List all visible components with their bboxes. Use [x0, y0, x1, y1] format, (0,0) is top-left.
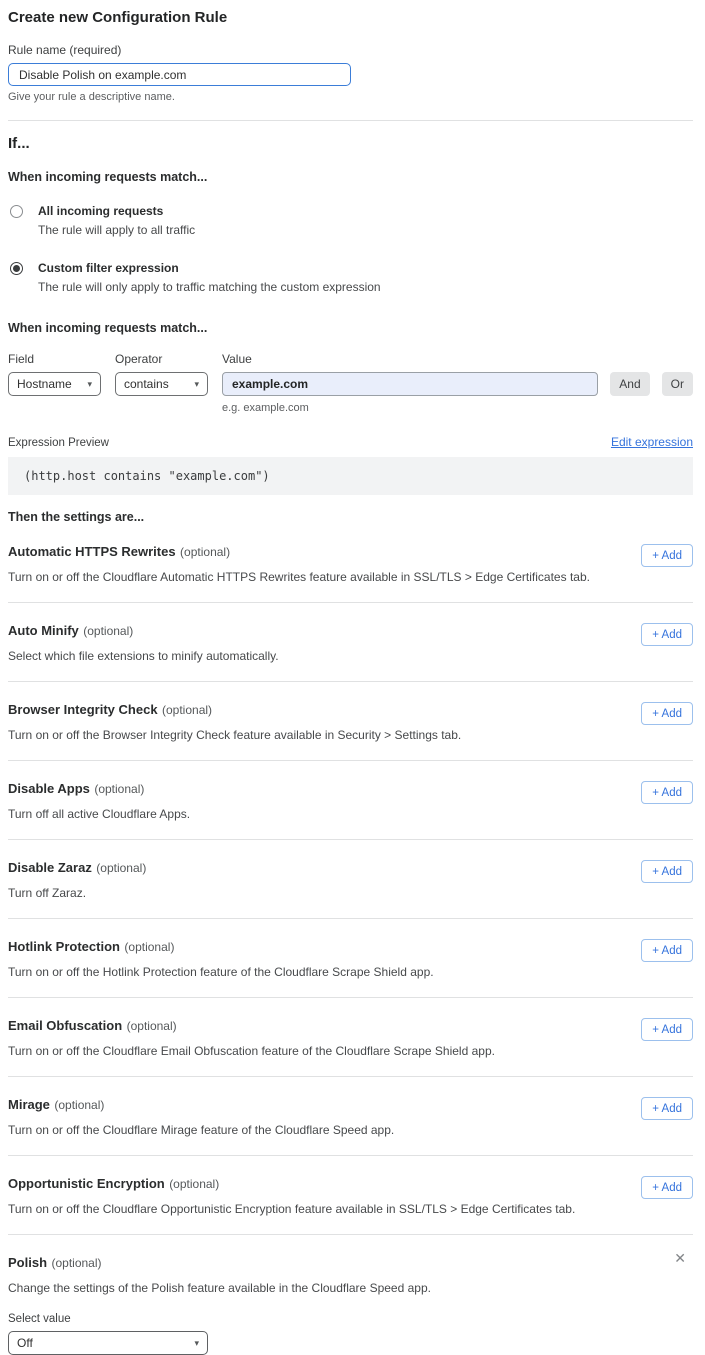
setting-description: Select which file extensions to minify a…	[8, 649, 693, 663]
setting-description: Turn off all active Cloudflare Apps.	[8, 807, 693, 821]
field-label: Field	[8, 352, 101, 366]
setting-row-mirage: Mirage (optional) Turn on or off the Clo…	[8, 1077, 693, 1156]
settings-heading: Then the settings are...	[8, 510, 693, 524]
chevron-down-icon: ▾	[194, 1338, 199, 1349]
setting-row-opportunistic-encryption: Opportunistic Encryption (optional) Turn…	[8, 1156, 693, 1235]
value-helper: e.g. example.com	[222, 402, 693, 414]
add-button[interactable]: + Add	[641, 544, 693, 567]
optional-tag: (optional)	[127, 1019, 177, 1033]
setting-description: Turn on or off the Cloudflare Automatic …	[8, 570, 693, 584]
optional-tag: (optional)	[51, 1256, 101, 1270]
setting-row-polish: Polish (optional) ✕ Change the settings …	[8, 1235, 693, 1355]
operator-select[interactable]: contains ▾	[115, 372, 208, 396]
add-button[interactable]: + Add	[641, 781, 693, 804]
rule-name-group: Rule name (required) Give your rule a de…	[8, 43, 693, 103]
optional-tag: (optional)	[83, 624, 133, 638]
optional-tag: (optional)	[54, 1098, 104, 1112]
page-title: Create new Configuration Rule	[8, 9, 693, 26]
create-configuration-rule-page: Create new Configuration Rule Rule name …	[0, 0, 705, 1355]
rule-name-label: Rule name (required)	[8, 43, 693, 57]
setting-row-email-obfuscation: Email Obfuscation (optional) Turn on or …	[8, 998, 693, 1077]
setting-description: Turn on or off the Hotlink Protection fe…	[8, 965, 693, 979]
or-button[interactable]: Or	[662, 372, 693, 396]
radio-all-description: The rule will apply to all traffic	[38, 223, 195, 237]
setting-name: Auto Minify	[8, 623, 79, 638]
optional-tag: (optional)	[96, 861, 146, 875]
setting-name: Polish	[8, 1255, 47, 1270]
add-button[interactable]: + Add	[641, 860, 693, 883]
add-button[interactable]: + Add	[641, 1018, 693, 1041]
setting-row-browser-integrity-check: Browser Integrity Check (optional) Turn …	[8, 682, 693, 761]
setting-row-auto-minify: Auto Minify (optional) Select which file…	[8, 603, 693, 682]
optional-tag: (optional)	[169, 1177, 219, 1191]
field-select[interactable]: Hostname ▾	[8, 372, 101, 396]
setting-name: Automatic HTTPS Rewrites	[8, 544, 176, 559]
optional-tag: (optional)	[180, 545, 230, 559]
setting-description: Turn on or off the Cloudflare Email Obfu…	[8, 1044, 693, 1058]
builder-row: Hostname ▾ contains ▾ And Or	[8, 372, 693, 396]
and-button[interactable]: And	[610, 372, 649, 396]
add-button[interactable]: + Add	[641, 1176, 693, 1199]
setting-description: Turn on or off the Cloudflare Mirage fea…	[8, 1123, 693, 1137]
add-button[interactable]: + Add	[641, 623, 693, 646]
radio-custom-filter-expression[interactable]: Custom filter expression The rule will o…	[8, 261, 693, 294]
operator-label: Operator	[115, 352, 208, 366]
setting-row-automatic-https-rewrites: Automatic HTTPS Rewrites (optional) Turn…	[8, 524, 693, 603]
field-select-value: Hostname	[17, 377, 72, 391]
setting-row-disable-apps: Disable Apps (optional) Turn off all act…	[8, 761, 693, 840]
match-heading: When incoming requests match...	[8, 170, 693, 184]
setting-name: Disable Apps	[8, 781, 90, 796]
divider	[8, 120, 693, 121]
setting-description: Turn on or off the Browser Integrity Che…	[8, 728, 693, 742]
radio-all-label: All incoming requests	[38, 204, 195, 218]
radio-all-incoming-requests[interactable]: All incoming requests The rule will appl…	[8, 204, 693, 237]
setting-name: Browser Integrity Check	[8, 702, 158, 717]
add-button[interactable]: + Add	[641, 939, 693, 962]
add-button[interactable]: + Add	[641, 702, 693, 725]
radio-custom-description: The rule will only apply to traffic matc…	[38, 280, 381, 294]
operator-select-value: contains	[124, 377, 169, 391]
rule-name-helper: Give your rule a descriptive name.	[8, 91, 693, 103]
setting-description: Turn on or off the Cloudflare Opportunis…	[8, 1202, 693, 1216]
radio-unselected-icon[interactable]	[10, 205, 23, 218]
edit-expression-link[interactable]: Edit expression	[611, 435, 693, 449]
setting-name: Mirage	[8, 1097, 50, 1112]
value-label: Value	[222, 352, 693, 366]
expression-preview-header: Expression Preview Edit expression	[8, 435, 693, 449]
chevron-down-icon: ▾	[194, 379, 199, 390]
chevron-down-icon: ▾	[87, 379, 92, 390]
polish-value-select[interactable]: Off ▾	[8, 1331, 208, 1355]
expression-preview-code: (http.host contains "example.com")	[8, 457, 693, 495]
rule-name-input[interactable]	[8, 63, 351, 86]
add-button[interactable]: + Add	[641, 1097, 693, 1120]
expression-preview-label: Expression Preview	[8, 437, 109, 449]
value-input[interactable]	[222, 372, 598, 396]
setting-row-hotlink-protection: Hotlink Protection (optional) Turn on or…	[8, 919, 693, 998]
radio-custom-label: Custom filter expression	[38, 261, 381, 275]
optional-tag: (optional)	[94, 782, 144, 796]
setting-description: Turn off Zaraz.	[8, 886, 693, 900]
setting-row-disable-zaraz: Disable Zaraz (optional) Turn off Zaraz.…	[8, 840, 693, 919]
select-value-label: Select value	[8, 1313, 693, 1325]
setting-name: Hotlink Protection	[8, 939, 120, 954]
builder-labels: Field Operator Value	[8, 352, 693, 366]
setting-name: Opportunistic Encryption	[8, 1176, 165, 1191]
builder-heading: When incoming requests match...	[8, 321, 693, 335]
setting-description: Change the settings of the Polish featur…	[8, 1281, 693, 1295]
polish-select-value: Off	[17, 1336, 33, 1350]
setting-name: Disable Zaraz	[8, 860, 92, 875]
optional-tag: (optional)	[124, 940, 174, 954]
setting-name: Email Obfuscation	[8, 1018, 122, 1033]
optional-tag: (optional)	[162, 703, 212, 717]
if-heading: If...	[8, 135, 693, 152]
radio-selected-icon[interactable]	[10, 262, 23, 275]
close-icon[interactable]: ✕	[674, 1251, 686, 1265]
